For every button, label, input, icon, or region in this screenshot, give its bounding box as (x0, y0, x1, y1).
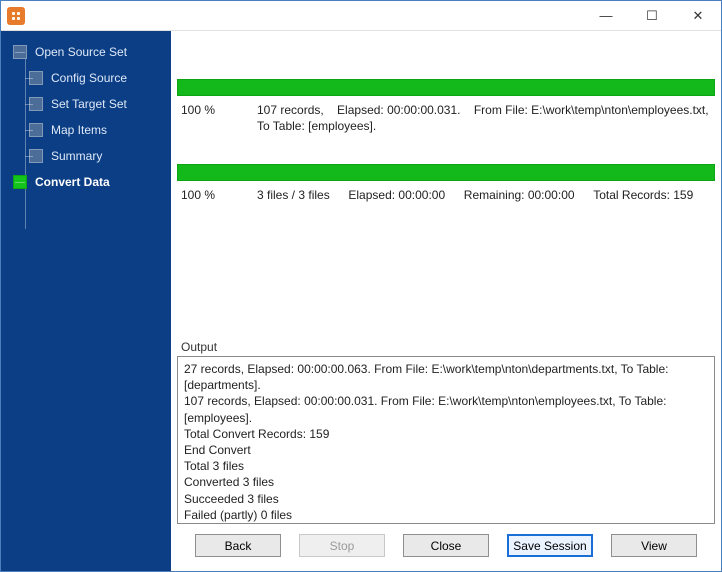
nav-label: Summary (51, 149, 102, 163)
main-content: 100 % 107 records, Elapsed: 00:00:00.031… (171, 31, 721, 571)
view-button[interactable]: View (611, 534, 697, 557)
nav-label: Convert Data (35, 175, 110, 189)
overall-progress-remaining: Remaining: 00:00:00 (464, 187, 575, 203)
save-session-button[interactable]: Save Session (507, 534, 593, 557)
output-log[interactable]: 27 records, Elapsed: 00:00:00.063. From … (177, 356, 715, 524)
nav-config-source[interactable]: Config Source (1, 65, 171, 91)
overall-progress-block: 100 % 3 files / 3 files Elapsed: 00:00:0… (177, 164, 715, 205)
overall-progress-percent: 100 % (181, 187, 251, 203)
output-line: End Convert (184, 442, 708, 458)
nav-label: Map Items (51, 123, 107, 137)
nav-bullet-icon (29, 97, 43, 111)
file-progress-percent: 100 % (181, 102, 251, 118)
overall-progress-elapsed: Elapsed: 00:00:00 (348, 187, 445, 203)
file-progress-to: To Table: [employees]. (257, 119, 376, 133)
overall-progress-files: 3 files / 3 files (257, 187, 330, 203)
close-window-button[interactable]: ✕ (675, 1, 721, 31)
overall-progress-text: 100 % 3 files / 3 files Elapsed: 00:00:0… (177, 181, 715, 205)
output-line: Converted 3 files (184, 474, 708, 490)
output-line: Succeeded 3 files (184, 491, 708, 507)
wizard-sidebar: Open Source Set Config Source Set Target… (1, 31, 171, 571)
file-progress-elapsed: Elapsed: 00:00:00.031. (337, 103, 460, 117)
button-row: Back Stop Close Save Session View (177, 524, 715, 565)
file-progress-block: 100 % 107 records, Elapsed: 00:00:00.031… (177, 79, 715, 136)
nav-set-target-set[interactable]: Set Target Set (1, 91, 171, 117)
output-label: Output (177, 338, 715, 356)
back-button[interactable]: Back (195, 534, 281, 557)
nav-summary[interactable]: Summary (1, 143, 171, 169)
output-line: Total 3 files (184, 458, 708, 474)
file-progress-from: From File: E:\work\temp\nton\employees.t… (474, 103, 709, 117)
nav-bullet-icon (13, 45, 27, 59)
output-line: Total Convert Records: 159 (184, 426, 708, 442)
output-line: 107 records, Elapsed: 00:00:00.031. From… (184, 393, 708, 425)
close-button[interactable]: Close (403, 534, 489, 557)
output-line: Failed (partly) 0 files (184, 507, 708, 523)
nav-convert-data[interactable]: Convert Data (1, 169, 171, 195)
stop-button: Stop (299, 534, 385, 557)
nav-label: Open Source Set (35, 45, 127, 59)
nav-bullet-icon (29, 123, 43, 137)
nav-map-items[interactable]: Map Items (1, 117, 171, 143)
nav-open-source-set[interactable]: Open Source Set (1, 39, 171, 65)
nav-label: Config Source (51, 71, 127, 85)
app-icon (7, 7, 25, 25)
maximize-button[interactable]: ☐ (629, 1, 675, 31)
file-progress-records: 107 records, (257, 103, 324, 117)
window-controls: — ☐ ✕ (583, 1, 721, 31)
file-progress-bar (177, 79, 715, 96)
app-window: — ☐ ✕ Open Source Set Config Source Set … (0, 0, 722, 572)
overall-progress-bar (177, 164, 715, 181)
minimize-button[interactable]: — (583, 1, 629, 31)
overall-progress-total: Total Records: 159 (593, 187, 693, 203)
titlebar: — ☐ ✕ (1, 1, 721, 31)
output-line: 27 records, Elapsed: 00:00:00.063. From … (184, 361, 708, 393)
nav-bullet-icon (29, 71, 43, 85)
file-progress-text: 100 % 107 records, Elapsed: 00:00:00.031… (177, 96, 715, 136)
nav-label: Set Target Set (51, 97, 127, 111)
nav-bullet-icon (29, 149, 43, 163)
nav-bullet-icon (13, 175, 27, 189)
